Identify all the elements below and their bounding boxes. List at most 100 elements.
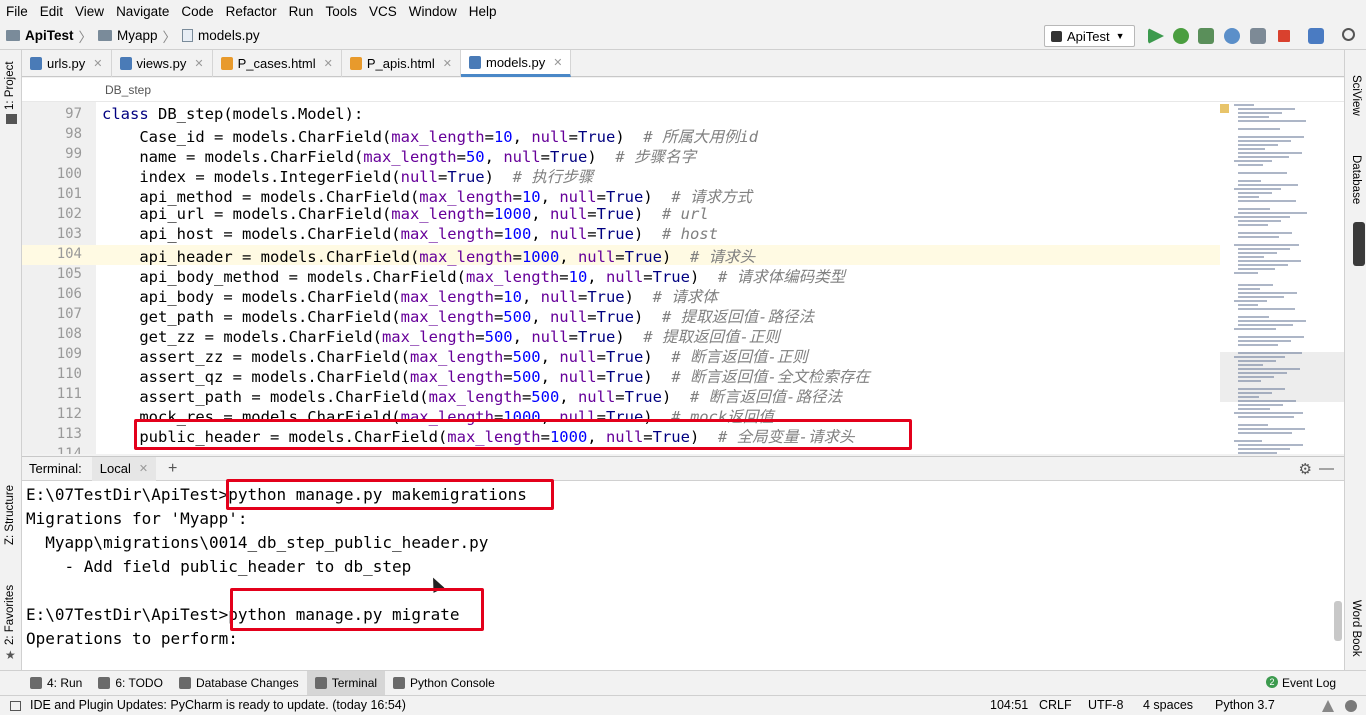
code-line[interactable]: assert_zz = models.CharField(max_length=… (102, 345, 807, 367)
close-icon[interactable]: ✕ (139, 462, 148, 475)
code-line[interactable]: api_host = models.CharField(max_length=1… (102, 225, 718, 243)
lock-icon[interactable] (1322, 700, 1334, 712)
coverage-icon[interactable] (1198, 28, 1214, 44)
editor-tab[interactable]: models.py ✕ (461, 50, 572, 77)
sciview-tool-button[interactable]: SciView (1350, 75, 1362, 116)
editor-tab[interactable]: P_apis.html ✕ (342, 50, 461, 77)
code-line[interactable]: api_body = models.CharField(max_length=1… (102, 285, 717, 307)
nav-project[interactable]: ApiTest 〉 (6, 26, 92, 46)
code-line[interactable]: get_path = models.CharField(max_length=5… (102, 305, 814, 327)
menu-item-edit[interactable]: Edit (34, 4, 69, 19)
left-tool-strip: 1: Project Z: Structure 2: Favorites ★ (0, 50, 22, 670)
debug-icon[interactable] (1173, 28, 1189, 44)
code-line[interactable]: api_header = models.CharField(max_length… (102, 245, 755, 267)
nav-file[interactable]: models.py (182, 28, 260, 43)
menu-item-window[interactable]: Window (403, 4, 463, 19)
translate-icon[interactable] (1308, 28, 1324, 44)
code-minimap[interactable] (1220, 102, 1344, 454)
caret-position[interactable]: 104:51 (990, 698, 1028, 712)
python-interpreter[interactable]: Python 3.7 (1215, 698, 1275, 712)
status-message[interactable]: IDE and Plugin Updates: PyCharm is ready… (30, 698, 406, 712)
code-line[interactable]: name = models.CharField(max_length=50, n… (102, 145, 696, 167)
code-comment: # 请求头 (689, 248, 756, 266)
line-number: 100 (56, 166, 82, 182)
status-toggle-icon[interactable] (10, 701, 21, 711)
profile-icon[interactable] (1224, 28, 1240, 44)
terminal-output[interactable]: E:\07TestDir\ApiTest>python manage.py ma… (22, 481, 1344, 670)
tool-window-button[interactable]: Terminal (306, 671, 386, 695)
scrollbar-thumb[interactable] (1353, 222, 1365, 266)
menu-item-run[interactable]: Run (283, 4, 320, 19)
menu-item-view[interactable]: View (69, 4, 110, 19)
tool-window-label: Python Console (410, 676, 495, 690)
concurrency-icon[interactable] (1250, 28, 1266, 44)
minimap-line (1238, 284, 1273, 286)
code-token: = models.CharField(max_length=1000, null… (232, 248, 690, 266)
tool-window-button[interactable]: Python Console (385, 671, 503, 695)
minimap-line (1234, 440, 1262, 442)
tool-window-button[interactable]: 4: Run (22, 671, 90, 695)
code-line[interactable]: Case_id = models.CharField(max_length=10… (102, 125, 758, 147)
code-editor[interactable]: 97 98 99 100 101 102 103 104 105 106 107 108 109 110 1… (22, 102, 1344, 454)
tool-window-button[interactable]: Database Changes (171, 671, 307, 695)
stop-icon[interactable] (1278, 30, 1290, 42)
file-encoding[interactable]: UTF-8 (1088, 698, 1123, 712)
minimap-line (1238, 144, 1278, 146)
structure-tool-button[interactable]: Z: Structure (4, 485, 16, 545)
search-icon[interactable] (1342, 28, 1355, 41)
code-line[interactable]: class DB_step(models.Model): (102, 105, 363, 123)
new-terminal-icon[interactable]: + (168, 460, 177, 478)
code-line[interactable]: api_body_method = models.CharField(max_l… (102, 265, 845, 287)
line-number: 105 (56, 266, 82, 282)
favorites-tool-button[interactable]: 2: Favorites (4, 585, 16, 645)
nav-folder[interactable]: Myapp 〉 (98, 26, 176, 46)
terminal-label: Terminal: (29, 461, 82, 476)
menu-item-code[interactable]: Code (175, 4, 219, 19)
code-line[interactable]: assert_qz = models.CharField(max_length=… (102, 365, 869, 387)
tool-window-button[interactable]: 6: TODO (90, 671, 171, 695)
word-book-tool-button[interactable]: Word Book (1350, 600, 1362, 657)
close-icon[interactable]: ✕ (324, 57, 333, 70)
close-icon[interactable]: ✕ (443, 57, 452, 70)
run-configuration-select[interactable]: ApiTest ▼ (1044, 25, 1135, 47)
minimap-line (1238, 304, 1258, 306)
line-separator[interactable]: CRLF (1039, 698, 1072, 712)
close-icon[interactable]: ✕ (93, 57, 102, 70)
close-icon[interactable]: ✕ (553, 56, 562, 69)
menu-item-vcs[interactable]: VCS (363, 4, 403, 19)
menu-item-refactor[interactable]: Refactor (220, 4, 283, 19)
minimap-line (1238, 288, 1260, 290)
menu-item-file[interactable]: File (0, 4, 34, 19)
hector-icon[interactable] (1345, 700, 1357, 712)
menu-item-help[interactable]: Help (463, 4, 503, 19)
code-line[interactable]: api_method = models.CharField(max_length… (102, 185, 752, 207)
code-line[interactable]: get_zz = models.CharField(max_length=500… (102, 325, 779, 347)
breadcrumb-class[interactable]: DB_step (105, 83, 151, 97)
indent-setting[interactable]: 4 spaces (1143, 698, 1193, 712)
terminal-tab-local[interactable]: Local ✕ (91, 456, 157, 481)
event-log-button[interactable]: Event Log (1282, 676, 1336, 690)
code-line[interactable]: assert_path = models.CharField(max_lengt… (102, 385, 842, 407)
editor-tab[interactable]: P_cases.html ✕ (213, 50, 342, 77)
menu-item-tools[interactable]: Tools (319, 4, 363, 19)
minimize-icon[interactable]: — (1319, 460, 1334, 477)
database-tool-button[interactable]: Database (1350, 155, 1362, 204)
folder-icon (98, 30, 113, 41)
annotation-box-new-field (134, 419, 912, 450)
terminal-header: Terminal: Local ✕ + ⚙ — (22, 456, 1344, 481)
code-line[interactable]: index = models.IntegerField(null=True) #… (102, 165, 593, 187)
close-icon[interactable]: ✕ (194, 57, 203, 70)
editor-tab[interactable]: views.py ✕ (112, 50, 213, 77)
project-tool-button[interactable]: 1: Project (4, 61, 16, 110)
annotation-box-migrate (230, 588, 484, 631)
minimap-line (1238, 248, 1290, 250)
minimap-line (1238, 316, 1269, 318)
code-line[interactable]: api_url = models.CharField(max_length=10… (102, 205, 708, 223)
minimap-marker (1220, 104, 1229, 113)
menu-item-navigate[interactable]: Navigate (110, 4, 175, 19)
gear-icon[interactable]: ⚙ (1299, 460, 1312, 478)
code-token: = models.CharField(max_length=1000, null… (204, 205, 662, 223)
terminal-scrollbar[interactable] (1334, 601, 1342, 641)
editor-tab[interactable]: urls.py ✕ (22, 50, 112, 77)
editor-tabs: urls.py ✕ views.py ✕ P_cases.html ✕ P_apis.htm… (22, 50, 1344, 77)
